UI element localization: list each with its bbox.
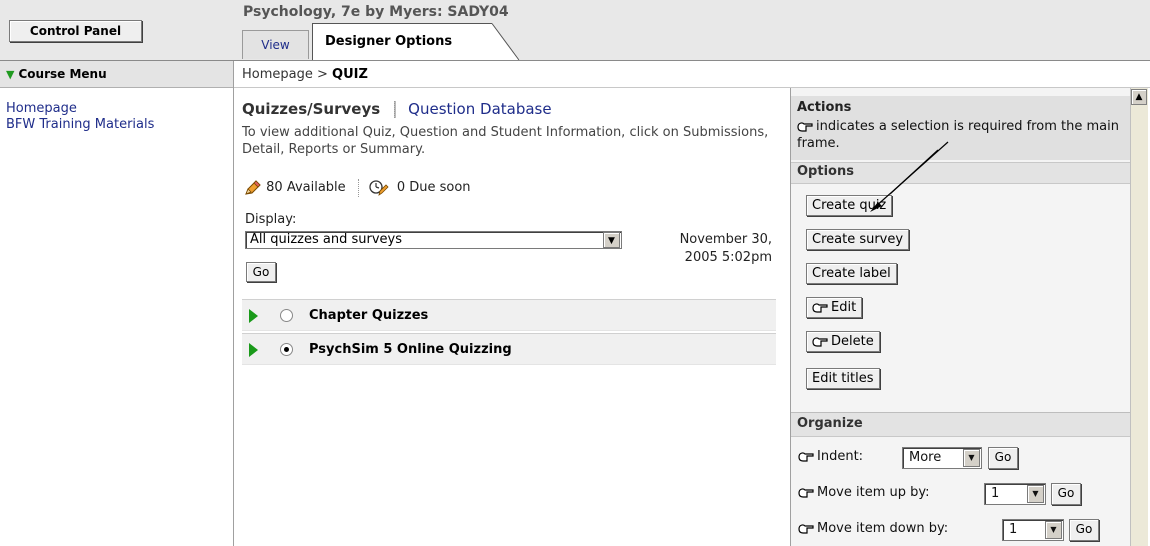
triangle-down-icon: ▼	[6, 68, 15, 81]
actions-title: Actions	[797, 100, 852, 115]
tab-designer-options[interactable]: Designer Options	[312, 23, 487, 60]
indent-select[interactable]: More ▼	[902, 447, 982, 469]
tab-corner-slope	[484, 23, 520, 60]
organize-move-up-row: Move item up by: 1 ▼ Go	[798, 481, 1118, 505]
date-line-2: 2005 5:02pm	[684, 250, 772, 265]
quiz-row-psychsim[interactable]: PsychSim 5 Online Quizzing	[242, 333, 776, 365]
display-select-value: All quizzes and surveys	[250, 232, 403, 247]
vertical-scrollbar[interactable]	[1130, 88, 1148, 546]
pointing-hand-icon	[812, 302, 828, 313]
date-line-1: November 30,	[679, 232, 772, 247]
control-panel-button[interactable]: Control Panel	[9, 20, 142, 42]
due-soon-count: 0 Due soon	[396, 180, 471, 195]
tab-quizzes-surveys[interactable]: Quizzes/Surveys	[242, 100, 380, 118]
annotation-arrow-icon	[870, 141, 949, 212]
options-title: Options	[797, 164, 854, 179]
pointing-hand-icon	[798, 523, 814, 534]
available-count: 80 Available	[266, 180, 346, 195]
instructions-text: To view additional Quiz, Question and St…	[242, 125, 769, 157]
edit-button[interactable]: Edit	[806, 297, 863, 318]
scroll-up-arrow-icon[interactable]: ▲	[1131, 89, 1147, 105]
sidebar-item-bfw-training[interactable]: BFW Training Materials	[6, 117, 154, 132]
availability-row: 80 Available 0 Due soon	[244, 178, 471, 198]
move-down-go-button[interactable]: Go	[1069, 519, 1099, 541]
breadcrumb-current: QUIZ	[332, 67, 368, 82]
course-title: Psychology, 7e by Myers: SADY04	[243, 4, 509, 20]
move-down-label: Move item down by:	[817, 521, 949, 536]
delete-button[interactable]: Delete	[806, 331, 880, 352]
tab-question-database[interactable]: Question Database	[408, 100, 551, 118]
display-go-button[interactable]: Go	[246, 262, 276, 282]
organize-indent-row: Indent: More ▼ Go	[798, 445, 1118, 469]
quiz-radio-chapter-quizzes[interactable]	[280, 309, 293, 322]
sidebar	[0, 88, 233, 546]
breadcrumb: Homepage > QUIZ	[242, 61, 368, 88]
tab-divider	[394, 101, 397, 118]
pointing-hand-icon	[797, 121, 813, 132]
indent-go-button[interactable]: Go	[988, 447, 1018, 469]
quiz-radio-psychsim[interactable]	[280, 343, 293, 356]
actions-description: indicates a selection is required from t…	[797, 119, 1119, 151]
quiz-label: Chapter Quizzes	[309, 308, 429, 323]
quiz-label: PsychSim 5 Online Quizzing	[309, 342, 512, 357]
tab-view[interactable]: View	[242, 30, 309, 59]
chevron-down-icon[interactable]: ▼	[1045, 521, 1062, 539]
indent-label: Indent:	[817, 449, 864, 464]
pencil-icon	[245, 179, 261, 195]
edit-titles-button[interactable]: Edit titles	[806, 368, 880, 389]
move-down-select[interactable]: 1 ▼	[1002, 519, 1064, 541]
chevron-down-icon[interactable]: ▼	[603, 232, 620, 248]
pointing-hand-icon	[798, 451, 814, 462]
clock-pencil-icon	[369, 179, 389, 196]
chevron-down-icon[interactable]: ▼	[963, 449, 980, 467]
move-up-label: Move item up by:	[817, 485, 930, 500]
breadcrumb-separator: >	[312, 67, 333, 82]
move-up-select[interactable]: 1 ▼	[984, 483, 1046, 505]
pointing-hand-icon	[812, 336, 828, 347]
sidebar-divider	[233, 61, 234, 546]
display-label: Display:	[245, 212, 297, 227]
create-survey-button[interactable]: Create survey	[806, 229, 910, 250]
create-label-button[interactable]: Create label	[806, 263, 897, 284]
sidebar-item-homepage[interactable]: Homepage	[6, 101, 77, 116]
date-timestamp: November 30, 2005 5:02pm	[650, 231, 772, 267]
breadcrumb-home[interactable]: Homepage	[242, 67, 313, 82]
course-menu-header[interactable]: ▼ Course Menu	[0, 61, 233, 88]
quiz-row-chapter-quizzes[interactable]: Chapter Quizzes	[242, 299, 776, 331]
move-up-go-button[interactable]: Go	[1051, 483, 1081, 505]
chevron-down-icon[interactable]: ▼	[1027, 485, 1044, 503]
course-menu-title: Course Menu	[18, 67, 107, 81]
organize-title: Organize	[797, 416, 863, 431]
expand-triangle-icon[interactable]	[249, 309, 258, 323]
organize-move-down-row: Move item down by: 1 ▼ Go	[798, 517, 1128, 541]
availability-divider	[357, 178, 359, 197]
expand-triangle-icon[interactable]	[249, 343, 258, 357]
top-header	[0, 0, 1150, 60]
pointing-hand-icon	[798, 487, 814, 498]
main-tabs: Quizzes/Surveys Question Database	[242, 100, 552, 118]
